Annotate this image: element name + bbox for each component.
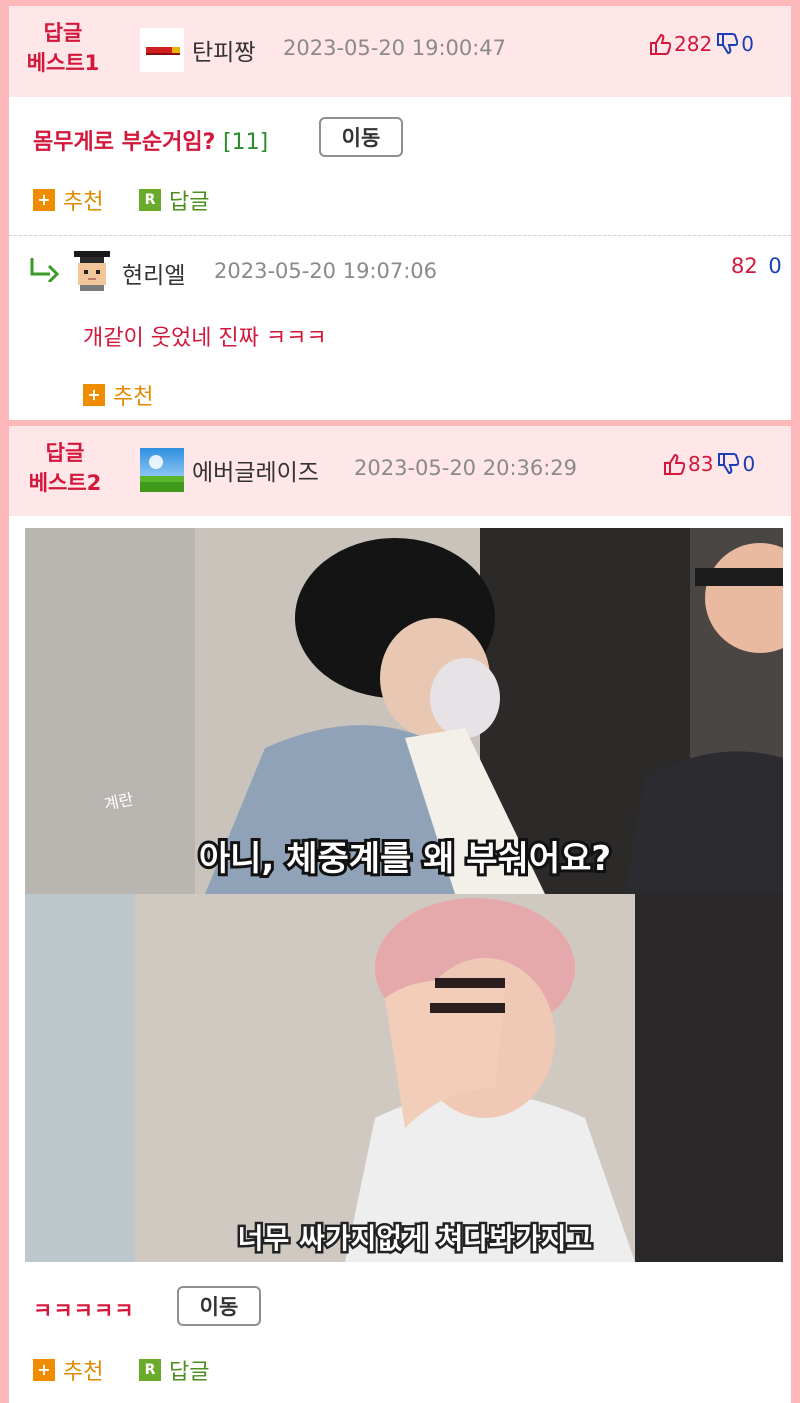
vote-box: 82 0 — [731, 254, 782, 278]
recommend-button[interactable]: + 추천 — [33, 184, 103, 216]
thumbs-down-icon[interactable] — [716, 32, 739, 56]
bullet-avatar-icon — [140, 28, 184, 72]
plus-icon: + — [83, 384, 105, 406]
image-caption-top: 아니, 체중계를 왜 부숴어요? — [199, 839, 611, 879]
comment-date: 2023-05-20 19:00:47 — [283, 36, 507, 60]
best-comment-header: 답글 베스트2 에버글레이즈 2023-05-20 20:36:29 83 0 — [9, 426, 791, 516]
downvote-count: 0 — [741, 32, 754, 56]
upvote-count: 282 — [674, 32, 713, 56]
thumbs-up-icon[interactable] — [663, 452, 685, 476]
reply-arrow-icon — [30, 258, 60, 282]
pixel-graduate-avatar-icon — [70, 247, 114, 291]
comment-text: 개같이 웃었네 진짜 ㅋㅋㅋ — [83, 326, 327, 351]
reply-count[interactable]: [11] — [223, 130, 268, 155]
avatar[interactable] — [140, 28, 184, 72]
reply-icon: R — [139, 189, 161, 211]
reply-button[interactable]: R 답글 — [139, 1354, 209, 1386]
divider — [9, 235, 791, 236]
thumbs-down-icon[interactable] — [717, 452, 740, 476]
comment-text: ㅋㅋㅋㅋㅋ — [33, 1299, 135, 1323]
recommend-button[interactable]: + 추천 — [33, 1354, 103, 1386]
comment-text: 몸무게로 부순거임? [11] — [33, 130, 269, 155]
move-button[interactable]: 이동 — [319, 117, 403, 157]
upvote-count: 82 — [731, 254, 758, 278]
plus-icon: + — [33, 1359, 55, 1381]
best-badge: 답글 베스트2 — [28, 441, 102, 495]
attached-image[interactable]: 계란 아니, 체중계를 왜 부숴어요? 너무 싸가지없게 쳐다봐가지고 — [25, 528, 783, 1262]
comment-date: 2023-05-20 20:36:29 — [354, 456, 578, 480]
reply-button[interactable]: R 답글 — [139, 184, 209, 216]
plus-icon: + — [33, 189, 55, 211]
upvote-count: 83 — [688, 452, 714, 476]
meadow-avatar-icon — [140, 448, 184, 492]
recommend-button[interactable]: + 추천 — [83, 379, 153, 411]
downvote-count: 0 — [768, 254, 782, 278]
tv-screenshot-image: 계란 아니, 체중계를 왜 부숴어요? 너무 싸가지없게 쳐다봐가지고 — [25, 528, 783, 1262]
best-comment-header: 답글 베스트1 탄피짱 2023-05-20 19:00:47 282 0 — [9, 6, 791, 97]
comment-list: 답글 베스트1 탄피짱 2023-05-20 19:00:47 282 0 몸무… — [9, 6, 791, 1403]
image-caption-bottom: 너무 싸가지없게 쳐다봐가지고 — [238, 1222, 592, 1255]
author-nickname[interactable]: 탄피짱 — [192, 33, 255, 67]
avatar[interactable] — [140, 448, 184, 492]
reply-icon: R — [139, 1359, 161, 1381]
vote-box: 83 0 — [663, 452, 755, 476]
vote-box: 282 0 — [649, 32, 754, 56]
author-nickname[interactable]: 에버글레이즈 — [192, 453, 319, 487]
author-nickname[interactable]: 현리엘 — [122, 256, 185, 290]
move-button[interactable]: 이동 — [177, 1286, 261, 1326]
downvote-count: 0 — [742, 452, 756, 476]
thumbs-up-icon[interactable] — [649, 32, 671, 56]
best-badge: 답글 베스트1 — [26, 21, 100, 75]
comment-date: 2023-05-20 19:07:06 — [214, 259, 438, 283]
avatar[interactable] — [70, 247, 114, 291]
